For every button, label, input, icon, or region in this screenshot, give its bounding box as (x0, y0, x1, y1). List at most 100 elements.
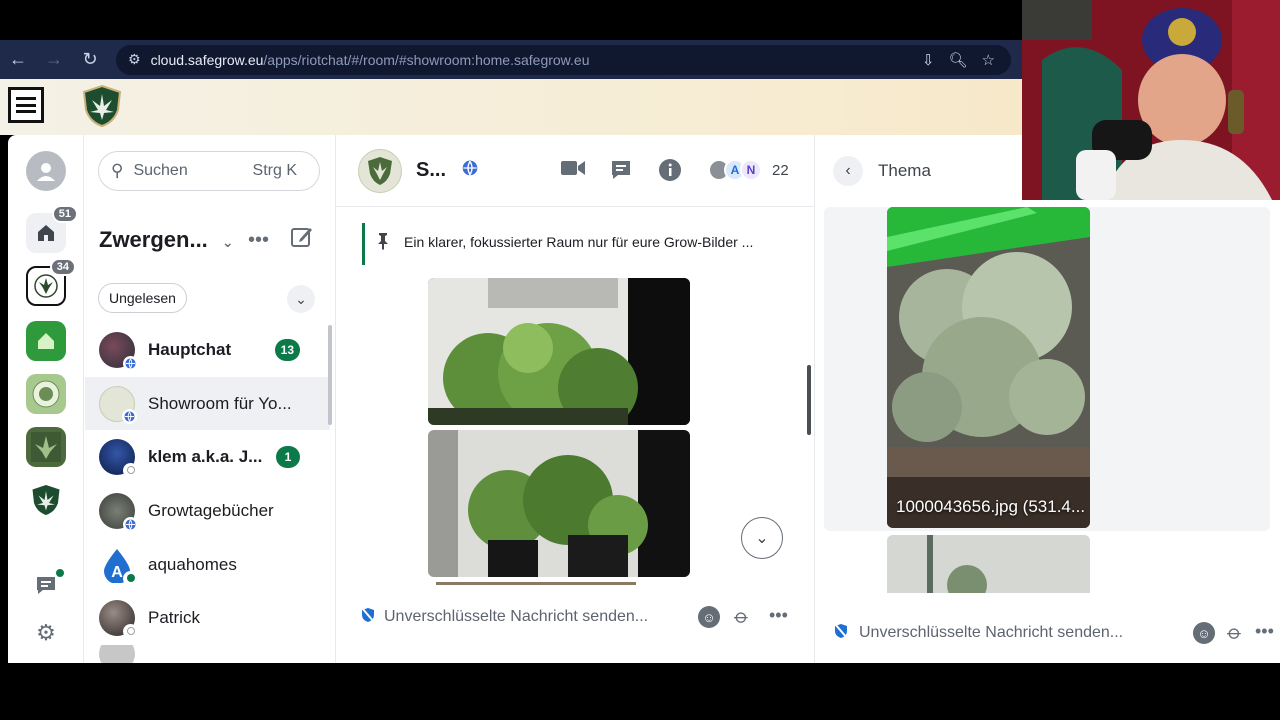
search-placeholder: Suchen (133, 162, 188, 179)
menu-icon[interactable] (8, 87, 44, 123)
webcam-overlay (1022, 0, 1280, 200)
home-space-badge: 51 (51, 205, 78, 223)
space-title-text: Zwergen... (99, 227, 208, 252)
threads-unread-dot (56, 569, 64, 577)
screen-bottom-bar (0, 663, 1280, 720)
compose-icon[interactable] (290, 225, 314, 254)
room-name: Showroom für Yo... (148, 393, 292, 413)
room-item-hauptchat[interactable]: Hauptchat 13 (85, 323, 330, 376)
svg-text:A: A (111, 564, 123, 581)
more-options-icon[interactable]: ••• (769, 605, 788, 626)
room-item-aquahomes[interactable]: A aquahomes (85, 538, 330, 591)
emoji-icon[interactable]: ☺ (698, 606, 720, 628)
settings-gear-icon[interactable]: ⚙ (26, 613, 66, 653)
pin-icon (374, 232, 392, 253)
garten-space-icon[interactable] (26, 321, 66, 361)
room-avatar (99, 331, 138, 371)
room-item-growtagebuecher[interactable]: Growtagebücher (85, 484, 330, 537)
room-avatar (99, 599, 138, 639)
space-title[interactable]: Zwergen... ⌄ (99, 227, 234, 253)
pinned-message-banner[interactable]: Ein klarer, fokussierter Raum nur für eu… (336, 207, 814, 277)
public-globe-icon (123, 355, 138, 371)
filter-unread-chip[interactable]: Ungelesen (98, 283, 187, 313)
video-call-icon[interactable] (561, 159, 585, 177)
member-count: 22 (772, 161, 789, 179)
member-avatar: N (740, 159, 762, 181)
back-icon[interactable]: ← (0, 42, 36, 78)
plant-space-icon[interactable] (26, 427, 66, 467)
room-avatar (99, 385, 137, 424)
threads-icon[interactable] (26, 565, 66, 605)
search-shortcut: Strg K (252, 162, 297, 179)
room-avatar: A (99, 546, 138, 586)
grow-photo-2[interactable] (428, 430, 690, 577)
user-avatar[interactable] (26, 151, 66, 191)
attachment-icon[interactable]: ⌀ (729, 603, 755, 629)
room-header-avatar[interactable] (358, 148, 402, 193)
unencrypted-shield-icon (834, 622, 848, 643)
presence-dot-icon (123, 462, 138, 478)
room-item-partial[interactable] (85, 645, 330, 663)
message-composer[interactable]: Unverschlüsselte Nachricht senden... ☺ ⌀… (336, 595, 814, 639)
install-icon[interactable]: ⇩ (922, 51, 935, 69)
room-name: Growtagebücher (148, 500, 274, 520)
composer-placeholder: Unverschlüsselte Nachricht senden... (384, 608, 649, 625)
emoji-icon[interactable]: ☺ (1193, 622, 1215, 644)
presence-dot-icon (123, 570, 138, 586)
threads-icon[interactable] (610, 159, 632, 181)
thread-image[interactable]: 1000043656.jpg (531.4... (887, 207, 1090, 528)
room-name: aquahomes (148, 554, 237, 574)
room-avatar (99, 438, 138, 478)
element-app: 51 34 ⚙ ⚲ Suchen Strg K Zwergen... ⌄ •••… (8, 135, 1280, 663)
filter-expand-icon[interactable]: ⌄ (287, 285, 315, 313)
room-timeline: S... A N 22 Ein klarer, fokussierter Rau… (335, 135, 814, 663)
member-facepile[interactable]: A N 22 (708, 159, 789, 181)
url-path: /apps/riotchat/#/room/#showroom:home.saf… (263, 51, 590, 68)
thread-title: Thema (878, 161, 931, 180)
address-bar[interactable]: ⚙ cloud.safegrow.eu/apps/riotchat/#/room… (116, 44, 1011, 75)
thread-image-2-partial[interactable] (887, 535, 1090, 593)
presence-dot-icon (123, 623, 138, 639)
room-item-klem[interactable]: klem a.k.a. J... 1 (85, 430, 330, 483)
unencrypted-shield-icon (361, 606, 375, 627)
timeline-scrollbar[interactable] (807, 365, 811, 435)
search-input[interactable]: ⚲ Suchen Strg K (98, 151, 320, 191)
safegrow-logo[interactable] (82, 84, 122, 128)
room-item-showroom[interactable]: Showroom für Yo... (85, 377, 330, 430)
pinned-message-text: Ein klarer, fokussierter Raum nur für eu… (404, 234, 754, 250)
room-name: klem a.k.a. J... (148, 446, 263, 466)
zwergen-space-badge: 34 (49, 258, 76, 276)
attachment-icon[interactable]: ⌀ (1222, 619, 1248, 645)
reload-icon[interactable]: ↻ (72, 42, 108, 78)
room-avatar (99, 492, 138, 532)
site-settings-icon[interactable]: ⚙ (128, 51, 141, 68)
more-options-icon[interactable]: ••• (1255, 621, 1274, 642)
thread-composer[interactable]: Unverschlüsselte Nachricht senden... ☺ ⌀… (815, 611, 1280, 655)
room-header: S... A N 22 (336, 135, 814, 207)
chevron-down-icon[interactable]: ⌄ (222, 234, 234, 250)
zwergen-space-icon[interactable]: 34 (26, 258, 76, 306)
grow-photo-1[interactable] (428, 278, 690, 425)
bookmark-star-icon[interactable]: ☆ (982, 51, 995, 69)
space-options-icon[interactable]: ••• (248, 229, 269, 252)
room-item-patrick[interactable]: Patrick (85, 591, 330, 644)
room-name: Hauptchat (148, 339, 232, 359)
room-list-scrollbar[interactable] (328, 325, 332, 425)
unread-count-badge: 13 (274, 338, 300, 361)
room-list-panel: ⚲ Suchen Strg K Zwergen... ⌄ ••• Ungeles… (85, 135, 335, 663)
grow-photo-3-partial[interactable] (436, 582, 636, 585)
zoom-icon[interactable]: 🔍︎ (949, 51, 968, 69)
thread-back-button[interactable]: ‹ (833, 156, 863, 186)
public-globe-icon (122, 408, 137, 424)
jump-to-bottom-button[interactable]: ⌄ (741, 517, 783, 559)
room-name-header[interactable]: S... (416, 159, 446, 182)
public-globe-icon (462, 160, 478, 181)
composer-placeholder: Unverschlüsselte Nachricht senden... (859, 624, 1124, 641)
room-name: Patrick (148, 607, 200, 627)
room-avatar (99, 645, 135, 663)
forward-icon[interactable]: → (36, 42, 72, 78)
seal-space-icon[interactable] (26, 374, 66, 414)
home-space-icon[interactable]: 51 (26, 205, 78, 253)
safegrow-space-icon[interactable] (26, 480, 66, 520)
room-info-icon[interactable] (659, 159, 681, 181)
